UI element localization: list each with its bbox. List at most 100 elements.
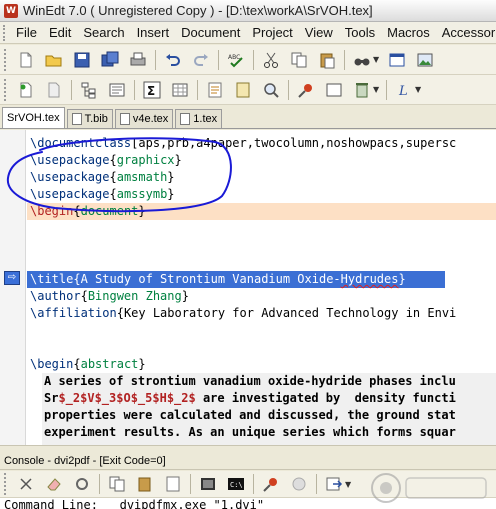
table-icon[interactable] [169,79,191,101]
document-icon[interactable] [162,473,184,495]
code-line-begin-document[interactable]: \begin{document} [30,203,146,220]
new-document-icon[interactable] [15,49,37,71]
console-toolbar: C:\ ▼ [0,471,496,498]
misspelled-word[interactable]: Hydrudes [341,272,399,286]
toolbar-grip[interactable] [4,78,8,101]
menu-document[interactable]: Document [175,25,246,40]
bullet-icon[interactable] [295,79,317,101]
export-icon[interactable] [323,473,345,495]
find-icon[interactable] [351,49,373,71]
print-icon[interactable] [127,49,149,71]
editor-pane[interactable]: ⇨ \documentclass[aps,prb,a4paper,twocolu… [0,130,496,445]
macro-icon[interactable] [232,79,254,101]
tab-t-bib[interactable]: T.bib [66,109,113,128]
image-icon[interactable] [414,49,436,71]
toolbar-grip[interactable] [4,48,8,71]
document-icon [180,113,191,125]
menu-insert[interactable]: Insert [131,25,176,40]
secondary-toolbar: Σ ▼ L ▼ [0,75,496,105]
eraser-icon[interactable] [43,473,65,495]
chevron-down-icon[interactable]: ▼ [373,55,381,64]
stop-icon[interactable] [288,473,310,495]
tab-1-tex[interactable]: 1.tex [175,109,223,128]
cut-icon[interactable] [260,49,282,71]
copy-icon[interactable] [288,49,310,71]
code-line-usepackage-amssymb[interactable]: \usepackage{amssymb} [30,186,175,203]
console-output[interactable]: Command Line: dvipdfmx.exe "1.dvi" [0,498,496,509]
tab-label: 1.tex [193,113,218,125]
code-line-usepackage-amsmath[interactable]: \usepackage{amsmath} [30,169,175,186]
code-line-author[interactable]: \author{Bingwen Zhang} [30,288,189,305]
paste-icon[interactable] [134,473,156,495]
trash-icon[interactable] [351,79,373,101]
line-gutter[interactable] [0,130,26,445]
latex-brace: } [138,357,146,371]
tab-srvoh[interactable]: SrVOH.tex [2,107,65,128]
code-line-begin-abstract[interactable]: \begin{abstract} [30,356,146,373]
tree-icon[interactable] [78,79,100,101]
code-line-documentclass[interactable]: \documentclass[aps,prb,a4paper,twocolumn… [30,135,456,152]
menu-project[interactable]: Project [246,25,298,40]
close-icon[interactable] [15,473,37,495]
latex-brace: } [167,170,175,184]
code-line-usepackage-graphicx[interactable]: \usepackage{graphicx} [30,152,182,169]
menu-accessories[interactable]: Accessories [436,25,496,40]
menu-view[interactable]: View [299,25,339,40]
code-line-abstract-4[interactable]: experiment results. As an unique series … [44,424,456,441]
tab-v4e[interactable]: v4e.tex [114,109,174,128]
toolbar-grip[interactable] [4,473,8,495]
spell-check-icon[interactable]: ABC [225,49,247,71]
toolbar-separator [316,474,317,494]
latex-argument: document [80,204,139,218]
svg-text:C:\: C:\ [230,481,243,489]
tab-label: T.bib [84,113,108,125]
format-icon[interactable] [204,79,226,101]
latex-command: \author [30,289,81,303]
terminal-icon[interactable]: C:\ [225,473,247,495]
latex-argument: Key Laboratory for Advanced Technology i… [123,306,457,320]
menu-macros[interactable]: Macros [381,25,436,40]
chevron-down-icon[interactable]: ▼ [345,480,353,489]
latex-command: \usepackage [30,170,110,184]
code-line-affiliation[interactable]: \affiliation{Key Laboratory for Advanced… [30,305,456,322]
search-files-icon[interactable] [260,79,282,101]
code-line-abstract-2[interactable]: Sr$_2$V$_3$O$_5$H$_2$ are investigated b… [44,390,456,407]
open-folder-icon[interactable] [43,49,65,71]
undo-icon[interactable] [162,49,184,71]
toolbar-separator [218,49,219,70]
bullet-icon[interactable] [260,473,282,495]
abstract-text: Sr [44,391,59,405]
window-icon[interactable] [386,49,408,71]
code-line-title[interactable]: \title{A Study of Strontium Vanadium Oxi… [30,271,406,288]
template-icon[interactable] [43,79,65,101]
menu-grip[interactable] [3,24,5,41]
paste-icon[interactable] [316,49,338,71]
latex-icon[interactable]: L [393,79,415,101]
redo-icon[interactable] [190,49,212,71]
save-icon[interactable] [71,49,93,71]
svg-text:L: L [398,84,408,99]
chevron-down-icon[interactable]: ▼ [373,85,381,94]
copy-icon[interactable] [106,473,128,495]
code-line-abstract-3[interactable]: properties were calculated and discussed… [44,407,456,424]
chevron-down-icon[interactable]: ▼ [415,85,423,94]
latex-argument: graphicx [116,153,175,167]
film-icon[interactable] [197,473,219,495]
menu-tools[interactable]: Tools [339,25,381,40]
latex-argument: amssymb [116,187,168,201]
menu-edit[interactable]: Edit [43,25,77,40]
new-tex-icon[interactable] [15,79,37,101]
menu-search[interactable]: Search [77,25,130,40]
toolbar-separator [71,79,72,100]
tab-label: v4e.tex [132,113,169,125]
clear-icon[interactable] [323,79,345,101]
latex-brace: { [109,170,117,184]
save-all-icon[interactable] [99,49,121,71]
project-icon[interactable] [106,79,128,101]
options-icon[interactable] [71,473,93,495]
menu-file[interactable]: File [10,25,43,40]
sigma-icon[interactable]: Σ [141,79,163,101]
title-bar: W WinEdt 7.0 ( Unregistered Copy ) - [D:… [0,0,496,22]
code-line-abstract-1[interactable]: A series of strontium vanadium oxide-hyd… [44,373,456,390]
pane-splitter[interactable] [0,445,496,452]
